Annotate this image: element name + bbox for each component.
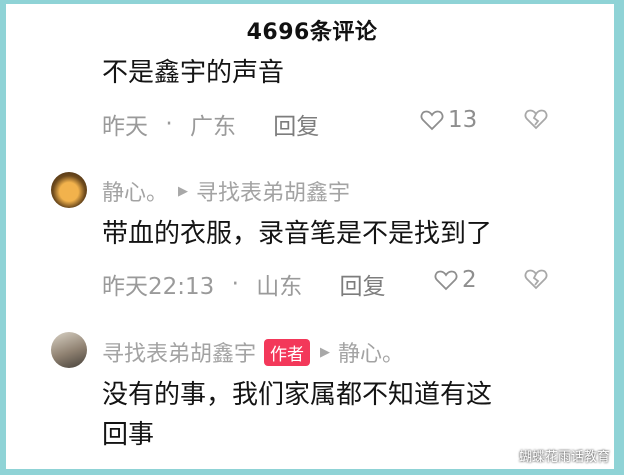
dislike-icon xyxy=(524,109,548,130)
author-badge: 作者 xyxy=(264,338,311,366)
comment-1-reply-button[interactable]: 回复 xyxy=(273,107,319,141)
meta-separator: · xyxy=(165,111,173,137)
comment-2-reply-button[interactable]: 回复 xyxy=(340,267,386,301)
comment-1-meta: 昨天 · 广东 回复 xyxy=(102,107,319,141)
comment-2-user-line: 静心。 ▶ 寻找表弟胡鑫宇 xyxy=(102,175,350,207)
comment-3-text-line-1: 没有的事，我们家属都不知道有这 xyxy=(102,380,493,410)
comment-2-reply-to[interactable]: 寻找表弟胡鑫宇 xyxy=(196,175,350,207)
comment-3-user-line: 寻找表弟胡鑫宇 作者 ▶ 静心。 xyxy=(102,336,404,368)
comment-1-time: 昨天 xyxy=(102,114,148,140)
comment-2-time: 昨天22:13 xyxy=(102,274,215,300)
comment-2-username[interactable]: 静心。 xyxy=(102,175,168,207)
play-triangle-icon: ▶ xyxy=(320,344,331,360)
heart-icon xyxy=(420,110,444,131)
watermark: 蝴蝶花雨话教育 xyxy=(518,450,610,465)
comment-2-meta: 昨天22:13 · 山东 回复 xyxy=(102,267,386,301)
comment-count-title: 4696条评论 xyxy=(246,20,378,45)
avatar-jingxin[interactable] xyxy=(51,172,87,208)
comment-2-like-count: 2 xyxy=(462,267,477,293)
dislike-icon xyxy=(524,269,548,290)
comment-1-like-button[interactable]: 13 xyxy=(420,107,477,133)
avatar-author[interactable] xyxy=(51,332,87,368)
comment-2-like-button[interactable]: 2 xyxy=(434,267,477,293)
comment-3-username[interactable]: 寻找表弟胡鑫宇 xyxy=(102,336,256,368)
play-triangle-icon: ▶ xyxy=(178,183,189,199)
comment-1-text: 不是鑫宇的声音 xyxy=(102,58,285,88)
meta-separator: · xyxy=(231,271,239,297)
comment-2-text: 带血的衣服，录音笔是不是找到了 xyxy=(102,219,493,249)
comment-2-dislike-button[interactable] xyxy=(524,268,548,296)
comment-1-like-count: 13 xyxy=(448,107,478,133)
comment-3-reply-to[interactable]: 静心。 xyxy=(338,336,404,368)
comment-1-region: 广东 xyxy=(189,114,236,140)
comment-2-region: 山东 xyxy=(256,274,303,300)
comment-3-text-line-2: 回事 xyxy=(102,420,155,450)
comment-1-dislike-button[interactable] xyxy=(524,108,548,136)
heart-icon xyxy=(434,270,458,291)
